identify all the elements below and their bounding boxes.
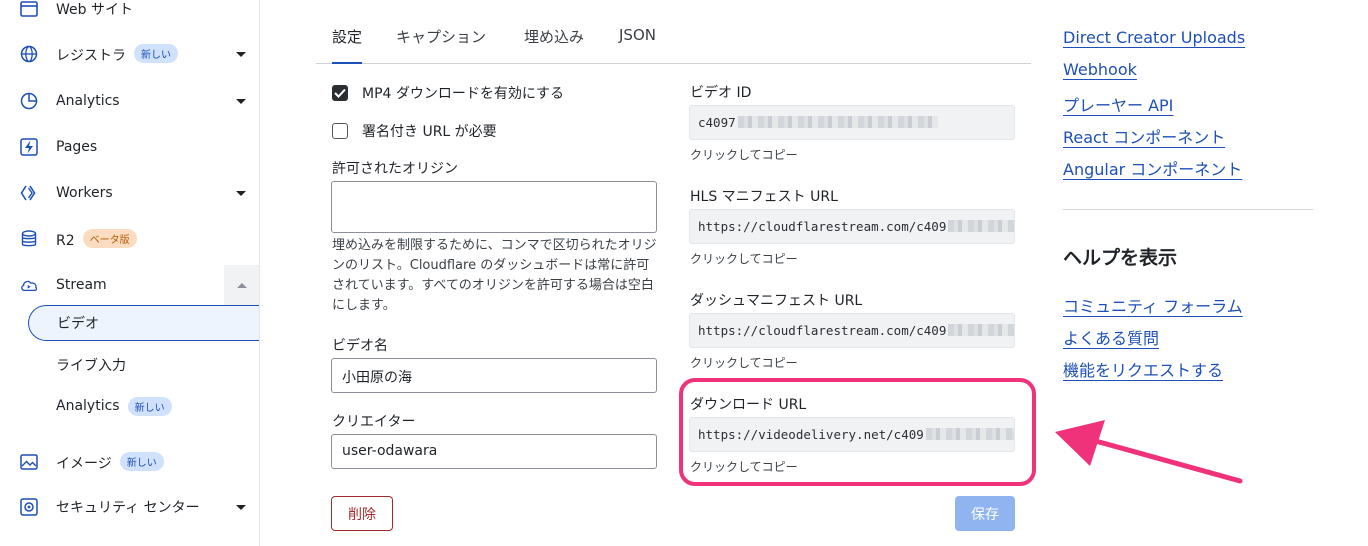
hls-url-label: HLS マニフェスト URL [690, 189, 838, 205]
chevron-down-icon[interactable] [236, 98, 246, 104]
signed-url-label: 署名付き URL が必要 [362, 124, 497, 140]
dash-url-label: ダッシュマニフェスト URL [690, 293, 863, 309]
mp4-download-checkbox[interactable] [332, 85, 348, 101]
copy-hint: クリックしてコピー [690, 148, 798, 162]
help-title: ヘルプを表示 [1063, 247, 1178, 269]
video-id-label: ビデオ ID [690, 85, 752, 101]
creator-input[interactable]: user-odawara [331, 434, 657, 469]
creator-label: クリエイター [332, 414, 416, 430]
link-community-forum[interactable]: コミュニティ フォーラム [1063, 293, 1243, 317]
image-icon [20, 453, 38, 471]
sidebar-item-stream[interactable]: Stream [0, 265, 259, 305]
pie-chart-icon [20, 92, 38, 110]
new-badge: 新しい [127, 396, 172, 416]
sidebar-item-label: イメージ 新しい [56, 451, 164, 473]
sidebar-item-r2[interactable]: R2 ベータ版 [0, 219, 259, 259]
sidebar-item-websites[interactable]: Web サイト [0, 0, 259, 29]
video-name-label: ビデオ名 [332, 338, 388, 354]
sidebar-item-pages[interactable]: Pages [0, 127, 259, 167]
sidebar-item-registrar[interactable]: レジストラ 新しい [0, 34, 259, 74]
tab-captions[interactable]: キャプション [396, 26, 486, 64]
download-url-highlight [679, 378, 1036, 486]
link-player-api[interactable]: プレーヤー API [1063, 92, 1173, 116]
redacted-value [737, 116, 938, 128]
cloud-play-icon [20, 276, 38, 294]
copy-hint: クリックしてコピー [690, 252, 798, 266]
allowed-origins-input[interactable] [331, 181, 657, 233]
hls-url-field[interactable]: https://cloudflarestream.com/c409 [689, 209, 1015, 244]
chevron-down-icon[interactable] [236, 51, 246, 57]
sidebar-item-label: R2 ベータ版 [56, 229, 137, 249]
link-angular-component[interactable]: Angular コンポーネント [1063, 156, 1242, 180]
sidebar-item-label: Pages [56, 139, 98, 155]
chevron-up-icon [236, 282, 247, 288]
divider [1063, 209, 1313, 210]
allowed-origins-label: 許可されたオリジン [332, 161, 458, 177]
save-button[interactable]: 保存 [955, 496, 1015, 531]
sidebar-subitem-analytics[interactable]: Analytics 新しい [28, 388, 259, 424]
link-faq[interactable]: よくある質問 [1063, 325, 1159, 349]
new-badge: 新しい [119, 451, 164, 471]
workers-icon [20, 184, 38, 202]
tab-embed[interactable]: 埋め込み [524, 26, 584, 64]
tab-settings[interactable]: 設定 [332, 26, 363, 64]
mp4-download-label: MP4 ダウンロードを有効にする [362, 86, 565, 102]
sidebar-subitem-videos[interactable]: ビデオ [28, 305, 259, 341]
checkmark-icon [334, 88, 346, 98]
sidebar-item-security-center[interactable]: セキュリティ センター [0, 487, 259, 527]
link-feature-request[interactable]: 機能をリクエストする [1063, 357, 1223, 381]
link-webhook[interactable]: Webhook [1063, 60, 1137, 79]
video-tabs: 設定 キャプション 埋め込み JSON [316, 20, 1031, 64]
beta-badge: ベータ版 [82, 229, 137, 248]
signed-url-checkbox[interactable] [332, 123, 348, 139]
collapse-stream-button[interactable] [224, 265, 259, 305]
security-icon [20, 498, 38, 516]
lightning-icon [20, 138, 38, 156]
sidebar-item-workers[interactable]: Workers [0, 173, 259, 213]
database-icon [20, 230, 38, 248]
copy-hint: クリックしてコピー [690, 356, 798, 370]
video-name-input[interactable]: 小田原の海 [331, 358, 657, 393]
sidebar-item-label: セキュリティ センター [56, 500, 200, 516]
delete-button[interactable]: 削除 [331, 496, 393, 531]
sidebar-item-label: Web サイト [56, 2, 133, 18]
redacted-value [948, 220, 1014, 232]
globe-icon [20, 45, 38, 63]
browser-window-icon [20, 0, 38, 18]
sidebar-item-label: Workers [56, 185, 113, 201]
allowed-origins-help: 埋め込みを制限するために、コンマで区切られたオリジンのリスト。Cloudflar… [332, 238, 657, 313]
link-react-component[interactable]: React コンポーネント [1063, 124, 1225, 148]
sidebar-item-images[interactable]: イメージ 新しい [0, 442, 259, 482]
video-id-field[interactable]: c4097 [689, 105, 1015, 140]
sidebar-subitem-live-inputs[interactable]: ライブ入力 [28, 347, 259, 383]
sidebar-item-label: Analytics [56, 93, 120, 109]
chevron-down-icon[interactable] [236, 504, 246, 510]
redacted-value [948, 324, 1014, 336]
chevron-down-icon[interactable] [236, 190, 246, 196]
link-direct-creator-uploads[interactable]: Direct Creator Uploads [1063, 28, 1245, 47]
dash-url-field[interactable]: https://cloudflarestream.com/c409 [689, 313, 1015, 348]
mp4-download-option[interactable]: MP4 ダウンロードを有効にする [332, 83, 564, 103]
annotation-arrow-icon [1055, 420, 1243, 484]
tab-json[interactable]: JSON [619, 26, 656, 64]
signed-url-option[interactable]: 署名付き URL が必要 [332, 121, 497, 141]
sidebar-item-label: Stream [56, 277, 107, 293]
sidebar: Web サイト レジストラ 新しい Analytics Pages Workers… [0, 0, 260, 546]
sidebar-item-analytics[interactable]: Analytics [0, 81, 259, 121]
new-badge: 新しい [134, 43, 178, 63]
sidebar-item-label: レジストラ 新しい [56, 43, 178, 65]
